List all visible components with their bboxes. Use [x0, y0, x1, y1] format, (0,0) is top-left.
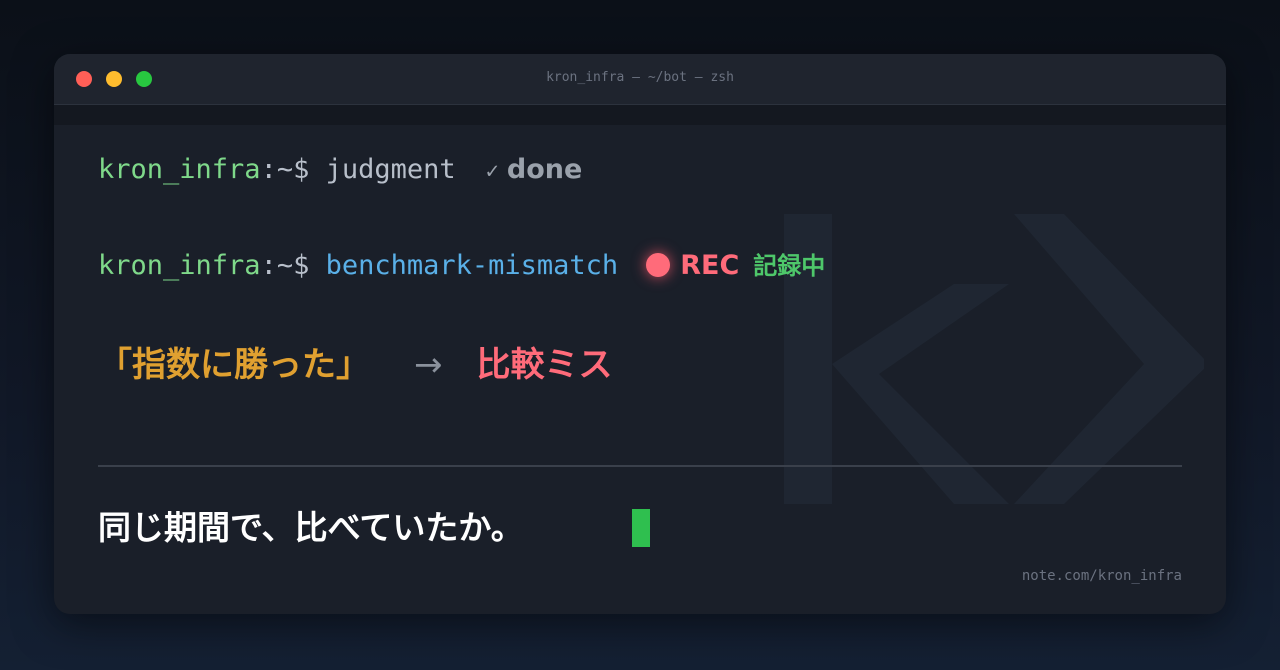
headline-result: 比較ミス [476, 345, 613, 385]
divider [98, 465, 1182, 467]
brand-logo-watermark [784, 214, 1204, 504]
footer-credit: note.com/kron_infra [1021, 568, 1182, 584]
terminal-line-judgment: kron_infra:~$ judgment ✓ done [98, 154, 582, 185]
checkmark-icon: ✓ [485, 159, 499, 184]
recording-label: 記録中 [753, 252, 826, 280]
headline-quote: 「指数に勝った」 [98, 345, 370, 385]
headline: 「指数に勝った」 → 比較ミス [98, 337, 613, 386]
rec-label: REC [680, 250, 740, 281]
question-text: 同じ期間で、比べていたか。 [98, 508, 524, 547]
status-done: done [506, 154, 583, 185]
title-bar: kron_infra — ~/bot — zsh [54, 54, 1226, 105]
terminal-line-benchmark: kron_infra:~$ benchmark-mismatch REC 記録中 [98, 246, 825, 281]
arrow-right-icon: → [414, 345, 443, 385]
prompt-path: :~$ [260, 250, 326, 281]
prompt-user: kron_infra [98, 154, 261, 185]
record-dot-icon [646, 253, 671, 277]
prompt-path: :~$ [260, 154, 326, 185]
terminal-window: kron_infra — ~/bot — zsh kron_infra:~$ j… [54, 54, 1226, 614]
text-cursor [632, 509, 650, 547]
window-title: kron_infra — ~/bot — zsh [546, 70, 734, 85]
command-text: benchmark-mismatch [325, 250, 619, 281]
command-text: judgment [325, 154, 456, 185]
title-shadow [54, 105, 1226, 125]
prompt-user: kron_infra [98, 250, 261, 281]
